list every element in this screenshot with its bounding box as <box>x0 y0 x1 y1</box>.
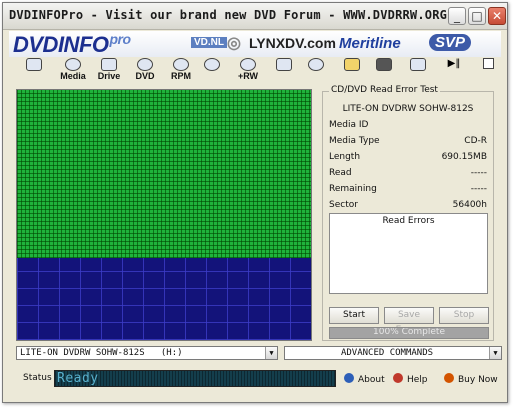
tool-label: Media <box>60 71 86 81</box>
info-value: ----- <box>470 168 487 178</box>
tool-edit[interactable] <box>407 58 429 82</box>
info-row-remaining: Remaining ----- <box>329 184 487 198</box>
rw-icon <box>240 58 256 71</box>
tool-media[interactable]: Media <box>57 58 89 82</box>
stop-button[interactable]: Stop <box>439 307 489 324</box>
tool-stop[interactable] <box>477 58 499 82</box>
drive-icon <box>101 58 117 71</box>
dvd-icon <box>137 58 153 71</box>
info-key: Sector <box>329 200 358 210</box>
help-label: Help <box>407 375 428 385</box>
rpm-icon <box>173 58 189 71</box>
advanced-commands-select[interactable]: ADVANCED COMMANDS ▼ <box>284 346 502 360</box>
info-row-sector: Sector 56400h <box>329 200 487 214</box>
logo-suffix: pro <box>109 31 132 47</box>
tool-play-pause[interactable]: ▶‖ <box>443 58 465 82</box>
info-key: Media Type <box>329 136 380 146</box>
tool-label: DVD <box>135 71 155 81</box>
info-row-length: Length 690.15MB <box>329 152 487 166</box>
disc-icon <box>65 58 81 71</box>
sponsor-disc-icon: ◎ <box>227 35 241 52</box>
info-key: Length <box>329 152 361 162</box>
test-buttons: Start Save Errors Stop <box>329 307 489 335</box>
about-label: About <box>358 375 385 385</box>
info-row-read: Read ----- <box>329 168 487 182</box>
read-error-graph <box>16 89 312 341</box>
app-window: DVDINFOPro - Visit our brand new DVD For… <box>2 2 508 403</box>
status-display: Ready <box>54 370 336 387</box>
tool-label: Drive <box>97 71 121 81</box>
minimize-button[interactable]: _ <box>448 7 466 25</box>
monitor-icon <box>26 58 42 71</box>
panel-legend: CD/DVD Read Error Test <box>329 85 440 95</box>
title-bar[interactable]: DVDINFOPro - Visit our brand new DVD For… <box>3 3 507 30</box>
tool-camera[interactable] <box>373 58 395 82</box>
info-value: 690.15MB <box>441 152 487 162</box>
drive-select-value: LITE-ON DVDRW SOHW-812S (H:) <box>20 348 183 358</box>
about-link[interactable]: About <box>344 373 385 385</box>
tool-notes[interactable] <box>341 58 363 82</box>
save-errors-button[interactable]: Save Errors <box>384 307 434 335</box>
read-error-test-panel: CD/DVD Read Error Test LITE-ON DVDRW SOH… <box>322 85 494 341</box>
maximize-button[interactable]: □ <box>468 7 486 25</box>
stop-icon <box>482 58 494 69</box>
read-errors-header: Read Errors <box>382 216 435 226</box>
info-key: Read <box>329 168 352 178</box>
chevron-down-icon[interactable]: ▼ <box>489 347 501 359</box>
tool-drive[interactable]: Drive <box>93 58 125 82</box>
main-toolbar: Media Drive DVD RPM +RW ▶‖ <box>9 58 501 82</box>
scan-icon <box>204 58 220 71</box>
tools-icon <box>276 58 292 71</box>
buy-now-label: Buy Now <box>458 375 498 385</box>
drive-select[interactable]: LITE-ON DVDRW SOHW-812S (H:) ▼ <box>16 346 278 360</box>
camera-icon <box>376 58 392 71</box>
tool-label: +RW <box>237 71 259 81</box>
help-icon <box>393 373 403 383</box>
info-value: CD-R <box>464 136 487 146</box>
tool-dvd[interactable]: DVD <box>131 58 159 82</box>
buy-now-link[interactable]: Buy Now <box>444 373 498 385</box>
cart-icon <box>444 373 454 383</box>
info-row-media-id: Media ID <box>329 120 487 134</box>
info-row-media-type: Media Type CD-R <box>329 136 487 150</box>
status-text: Ready <box>57 371 99 386</box>
start-button[interactable]: Start <box>329 307 379 324</box>
clock-icon <box>308 58 324 71</box>
sponsor-meritline[interactable]: Meritline <box>339 35 401 52</box>
notes-icon <box>344 58 360 71</box>
tool-clock[interactable] <box>305 58 327 82</box>
sponsor-banner: DVDINFOpro VD.NL ◎ LYNXDV.com Meritline … <box>9 31 501 57</box>
info-key: Media ID <box>329 120 369 130</box>
graph-read-area <box>17 90 311 258</box>
logo-text: DVDINFO <box>13 32 109 57</box>
chevron-down-icon[interactable]: ▼ <box>265 347 277 359</box>
sponsor-vdnl[interactable]: VD.NL <box>191 37 227 48</box>
advanced-commands-value: ADVANCED COMMANDS <box>340 348 434 358</box>
edit-icon <box>410 58 426 71</box>
info-value: ----- <box>470 184 487 194</box>
info-value: 56400h <box>452 200 487 210</box>
sponsor-lynxdv[interactable]: LYNXDV.com <box>249 35 336 51</box>
graph-unread-area <box>17 257 311 340</box>
help-link[interactable]: Help <box>393 373 428 385</box>
info-key: Remaining <box>329 184 377 194</box>
drive-name: LITE-ON DVDRW SOHW-812S <box>342 104 474 114</box>
read-errors-list[interactable]: Read Errors <box>329 213 488 294</box>
status-label: Status <box>23 373 52 383</box>
window-title: DVDINFOPro - Visit our brand new DVD For… <box>9 8 448 22</box>
tool-tools[interactable] <box>273 58 295 82</box>
app-logo: DVDINFOpro <box>13 31 132 58</box>
tool-scan[interactable] <box>201 58 223 82</box>
tool-label: RPM <box>171 71 191 81</box>
tool-monitor[interactable] <box>23 58 45 82</box>
tool-rpm[interactable]: RPM <box>167 58 195 82</box>
info-icon <box>344 373 354 383</box>
tool-rw[interactable]: +RW <box>233 58 263 82</box>
close-button[interactable]: ✕ <box>488 7 506 25</box>
play-pause-icon: ▶‖ <box>447 58 461 69</box>
progress-bar: 100% Complete <box>329 327 489 339</box>
progress-text: 100% Complete <box>373 327 445 337</box>
sponsor-svp[interactable]: SVP <box>429 34 472 51</box>
